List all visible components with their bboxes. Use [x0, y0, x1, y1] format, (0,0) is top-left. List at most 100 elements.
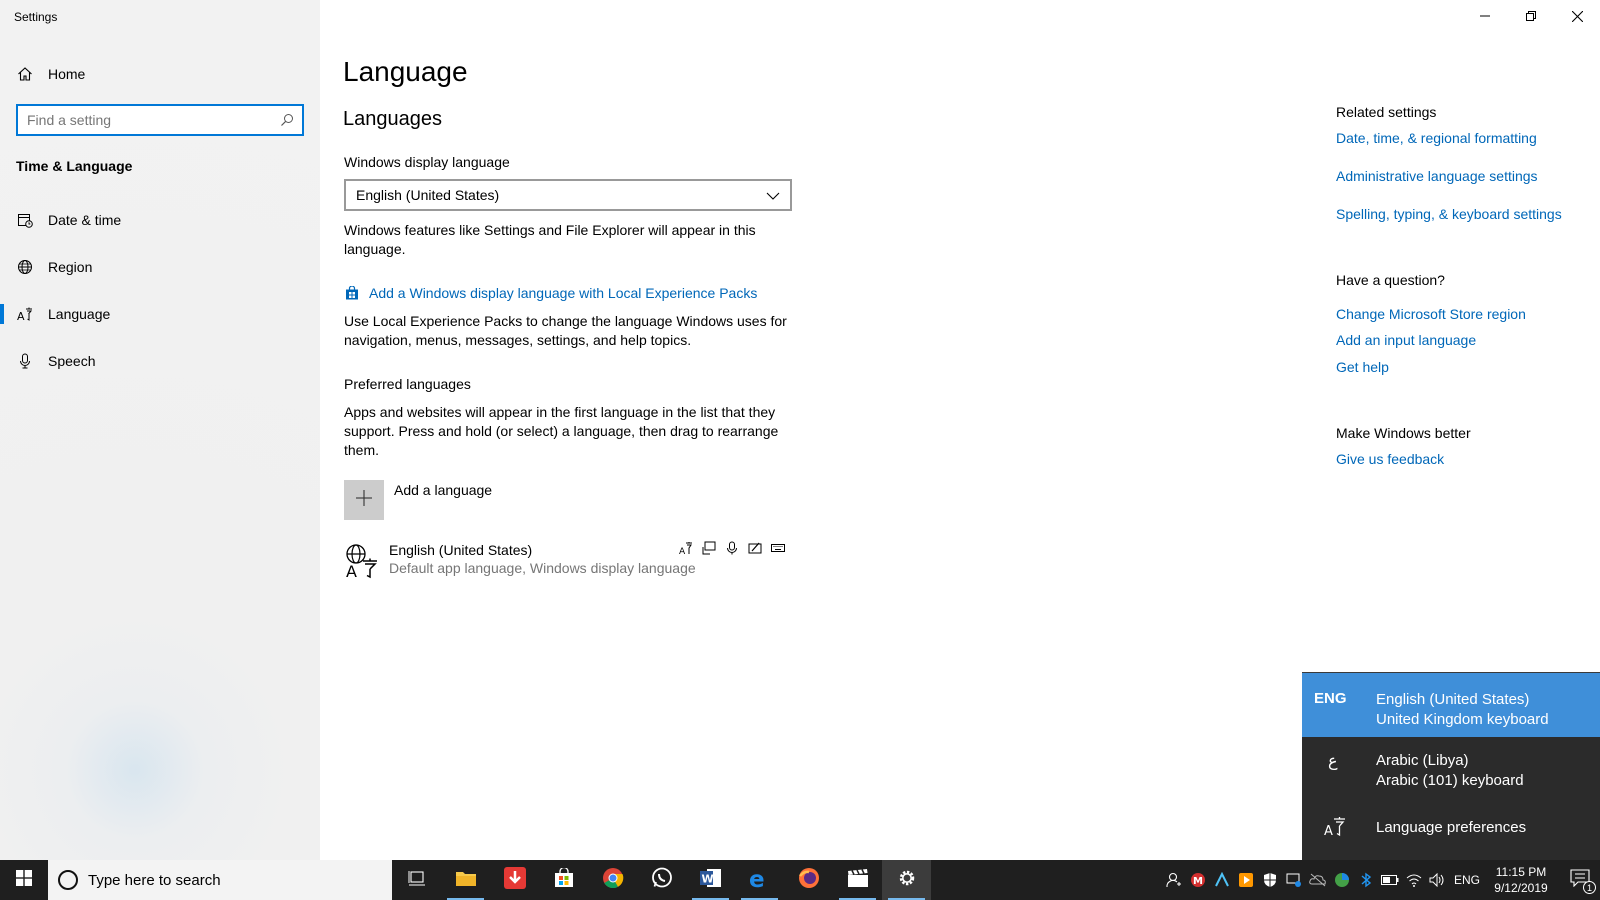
text-to-speech-feature-icon	[701, 540, 717, 556]
dropdown-value: English (United States)	[356, 187, 500, 203]
word-button[interactable]: W	[686, 860, 735, 900]
chevron-down-icon	[766, 187, 780, 203]
window-controls	[1462, 0, 1600, 32]
sidebar-item-label: Date & time	[48, 212, 122, 228]
find-setting-input[interactable]	[18, 106, 272, 134]
downloader-app-button[interactable]	[490, 860, 539, 900]
system-tray: M ENG 11:15 PM 9/12/2019 1	[1162, 860, 1600, 900]
movies-tv-button[interactable]	[833, 860, 882, 900]
minimize-button[interactable]	[1462, 0, 1508, 32]
display-tray-icon[interactable]	[1282, 860, 1306, 900]
language-abbreviation: ENG	[1314, 690, 1347, 707]
clock-date: 9/12/2019	[1494, 881, 1548, 895]
close-button[interactable]	[1554, 0, 1600, 32]
language-preferences-icon: A	[1302, 815, 1376, 841]
flyout-keyboard-name: United Kingdom keyboard	[1376, 711, 1549, 728]
whatsapp-button[interactable]	[637, 860, 686, 900]
preferred-languages-label: Preferred languages	[344, 376, 471, 392]
spelling-typing-keyboard-link[interactable]: Spelling, typing, & keyboard settings	[1336, 206, 1562, 222]
flyout-item-english[interactable]: ENG English (United States) United Kingd…	[1302, 673, 1600, 737]
svg-text:A: A	[17, 310, 25, 322]
cortana-icon	[58, 870, 78, 890]
language-name: English (United States)	[389, 542, 533, 558]
add-language-button[interactable]	[344, 480, 384, 520]
search-icon[interactable]	[272, 106, 302, 134]
windows-logo-icon	[16, 869, 32, 891]
volume-icon[interactable]	[1426, 860, 1450, 900]
folder-icon	[455, 869, 477, 892]
chrome-icon	[602, 867, 624, 894]
language-list-item[interactable]: A English (United States) Default app la…	[344, 540, 794, 584]
svg-text:e: e	[749, 867, 765, 889]
home-label: Home	[48, 66, 86, 82]
sidebar-item-language[interactable]: A Language	[0, 294, 320, 334]
languages-heading: Languages	[343, 108, 442, 130]
svg-text:A: A	[1324, 824, 1333, 837]
taskbar: Type here to search W e M ENG 11:15 PM 9…	[0, 860, 1600, 900]
flyout-keyboard-name: Arabic (101) keyboard	[1376, 772, 1524, 789]
wifi-icon[interactable]	[1402, 860, 1426, 900]
sidebar-item-region[interactable]: Region	[0, 247, 320, 287]
add-language-row[interactable]: Add a language	[344, 480, 492, 520]
chrome-button[interactable]	[588, 860, 637, 900]
make-windows-better-heading: Make Windows better	[1336, 425, 1471, 441]
display-language-dropdown[interactable]: English (United States)	[344, 179, 792, 211]
lxp-link[interactable]: Add a Windows display language with Loca…	[369, 285, 757, 301]
home-icon	[16, 65, 34, 83]
edge-icon: e	[749, 867, 771, 894]
action-center-button[interactable]: 1	[1560, 860, 1600, 900]
onedrive-offline-icon[interactable]	[1306, 860, 1330, 900]
search-box[interactable]	[16, 104, 304, 136]
notification-count-badge: 1	[1583, 881, 1596, 894]
taskbar-apps: W e	[392, 860, 931, 900]
browser-tray-icon[interactable]	[1330, 860, 1354, 900]
restore-button[interactable]	[1508, 0, 1554, 32]
language-preferences-item[interactable]: A Language preferences	[1302, 803, 1600, 853]
app-title: Settings	[14, 10, 58, 24]
antivirus-tray-icon[interactable]: M	[1186, 860, 1210, 900]
display-language-label: Windows display language	[344, 154, 510, 170]
language-globe-icon: A	[344, 543, 380, 581]
input-language-indicator[interactable]: ENG	[1454, 873, 1480, 887]
microsoft-store-button[interactable]	[539, 860, 588, 900]
change-store-region-link[interactable]: Change Microsoft Store region	[1336, 306, 1526, 322]
flyout-language-name: English (United States)	[1376, 691, 1530, 708]
get-help-link[interactable]: Get help	[1336, 359, 1389, 375]
regional-formatting-link[interactable]: Date, time, & regional formatting	[1336, 130, 1537, 146]
svg-text:A: A	[346, 562, 357, 579]
bluetooth-icon[interactable]	[1354, 860, 1378, 900]
taskbar-search-box[interactable]: Type here to search	[48, 860, 392, 900]
flyout-item-arabic[interactable]: ع Arabic (Libya) Arabic (101) keyboard	[1302, 737, 1600, 797]
battery-icon[interactable]	[1378, 860, 1402, 900]
sidebar-item-date-time[interactable]: Date & time	[0, 200, 320, 240]
lxp-link-row[interactable]: Add a Windows display language with Loca…	[344, 285, 757, 301]
sidebar-item-speech[interactable]: Speech	[0, 341, 320, 381]
flyout-language-name: Arabic (Libya)	[1376, 752, 1469, 769]
gear-icon	[897, 868, 917, 893]
microphone-icon	[16, 352, 34, 370]
firefox-button[interactable]	[784, 860, 833, 900]
whatsapp-icon	[651, 867, 673, 894]
sidebar-item-label: Speech	[48, 353, 96, 369]
app-tray-icon[interactable]	[1210, 860, 1234, 900]
settings-app-button[interactable]	[882, 860, 931, 900]
input-language-flyout: ENG English (United States) United Kingd…	[1302, 672, 1600, 860]
edge-button[interactable]: e	[735, 860, 784, 900]
home-nav-item[interactable]: Home	[0, 58, 320, 90]
lxp-description: Use Local Experience Packs to change the…	[344, 313, 787, 348]
have-question-heading: Have a question?	[1336, 272, 1445, 288]
add-language-label: Add a language	[394, 482, 493, 498]
task-view-button[interactable]	[392, 860, 441, 900]
calendar-icon	[16, 211, 34, 229]
taskbar-clock[interactable]: 11:15 PM 9/12/2019	[1490, 864, 1552, 896]
media-tray-icon[interactable]	[1234, 860, 1258, 900]
start-button[interactable]	[0, 860, 48, 900]
language-feature-icons: A	[678, 540, 786, 556]
people-icon[interactable]	[1162, 860, 1186, 900]
add-input-language-link[interactable]: Add an input language	[1336, 332, 1476, 348]
security-shield-icon[interactable]	[1258, 860, 1282, 900]
administrative-language-link[interactable]: Administrative language settings	[1336, 168, 1538, 184]
give-feedback-link[interactable]: Give us feedback	[1336, 451, 1444, 467]
file-explorer-button[interactable]	[441, 860, 490, 900]
word-icon: W	[699, 868, 722, 893]
